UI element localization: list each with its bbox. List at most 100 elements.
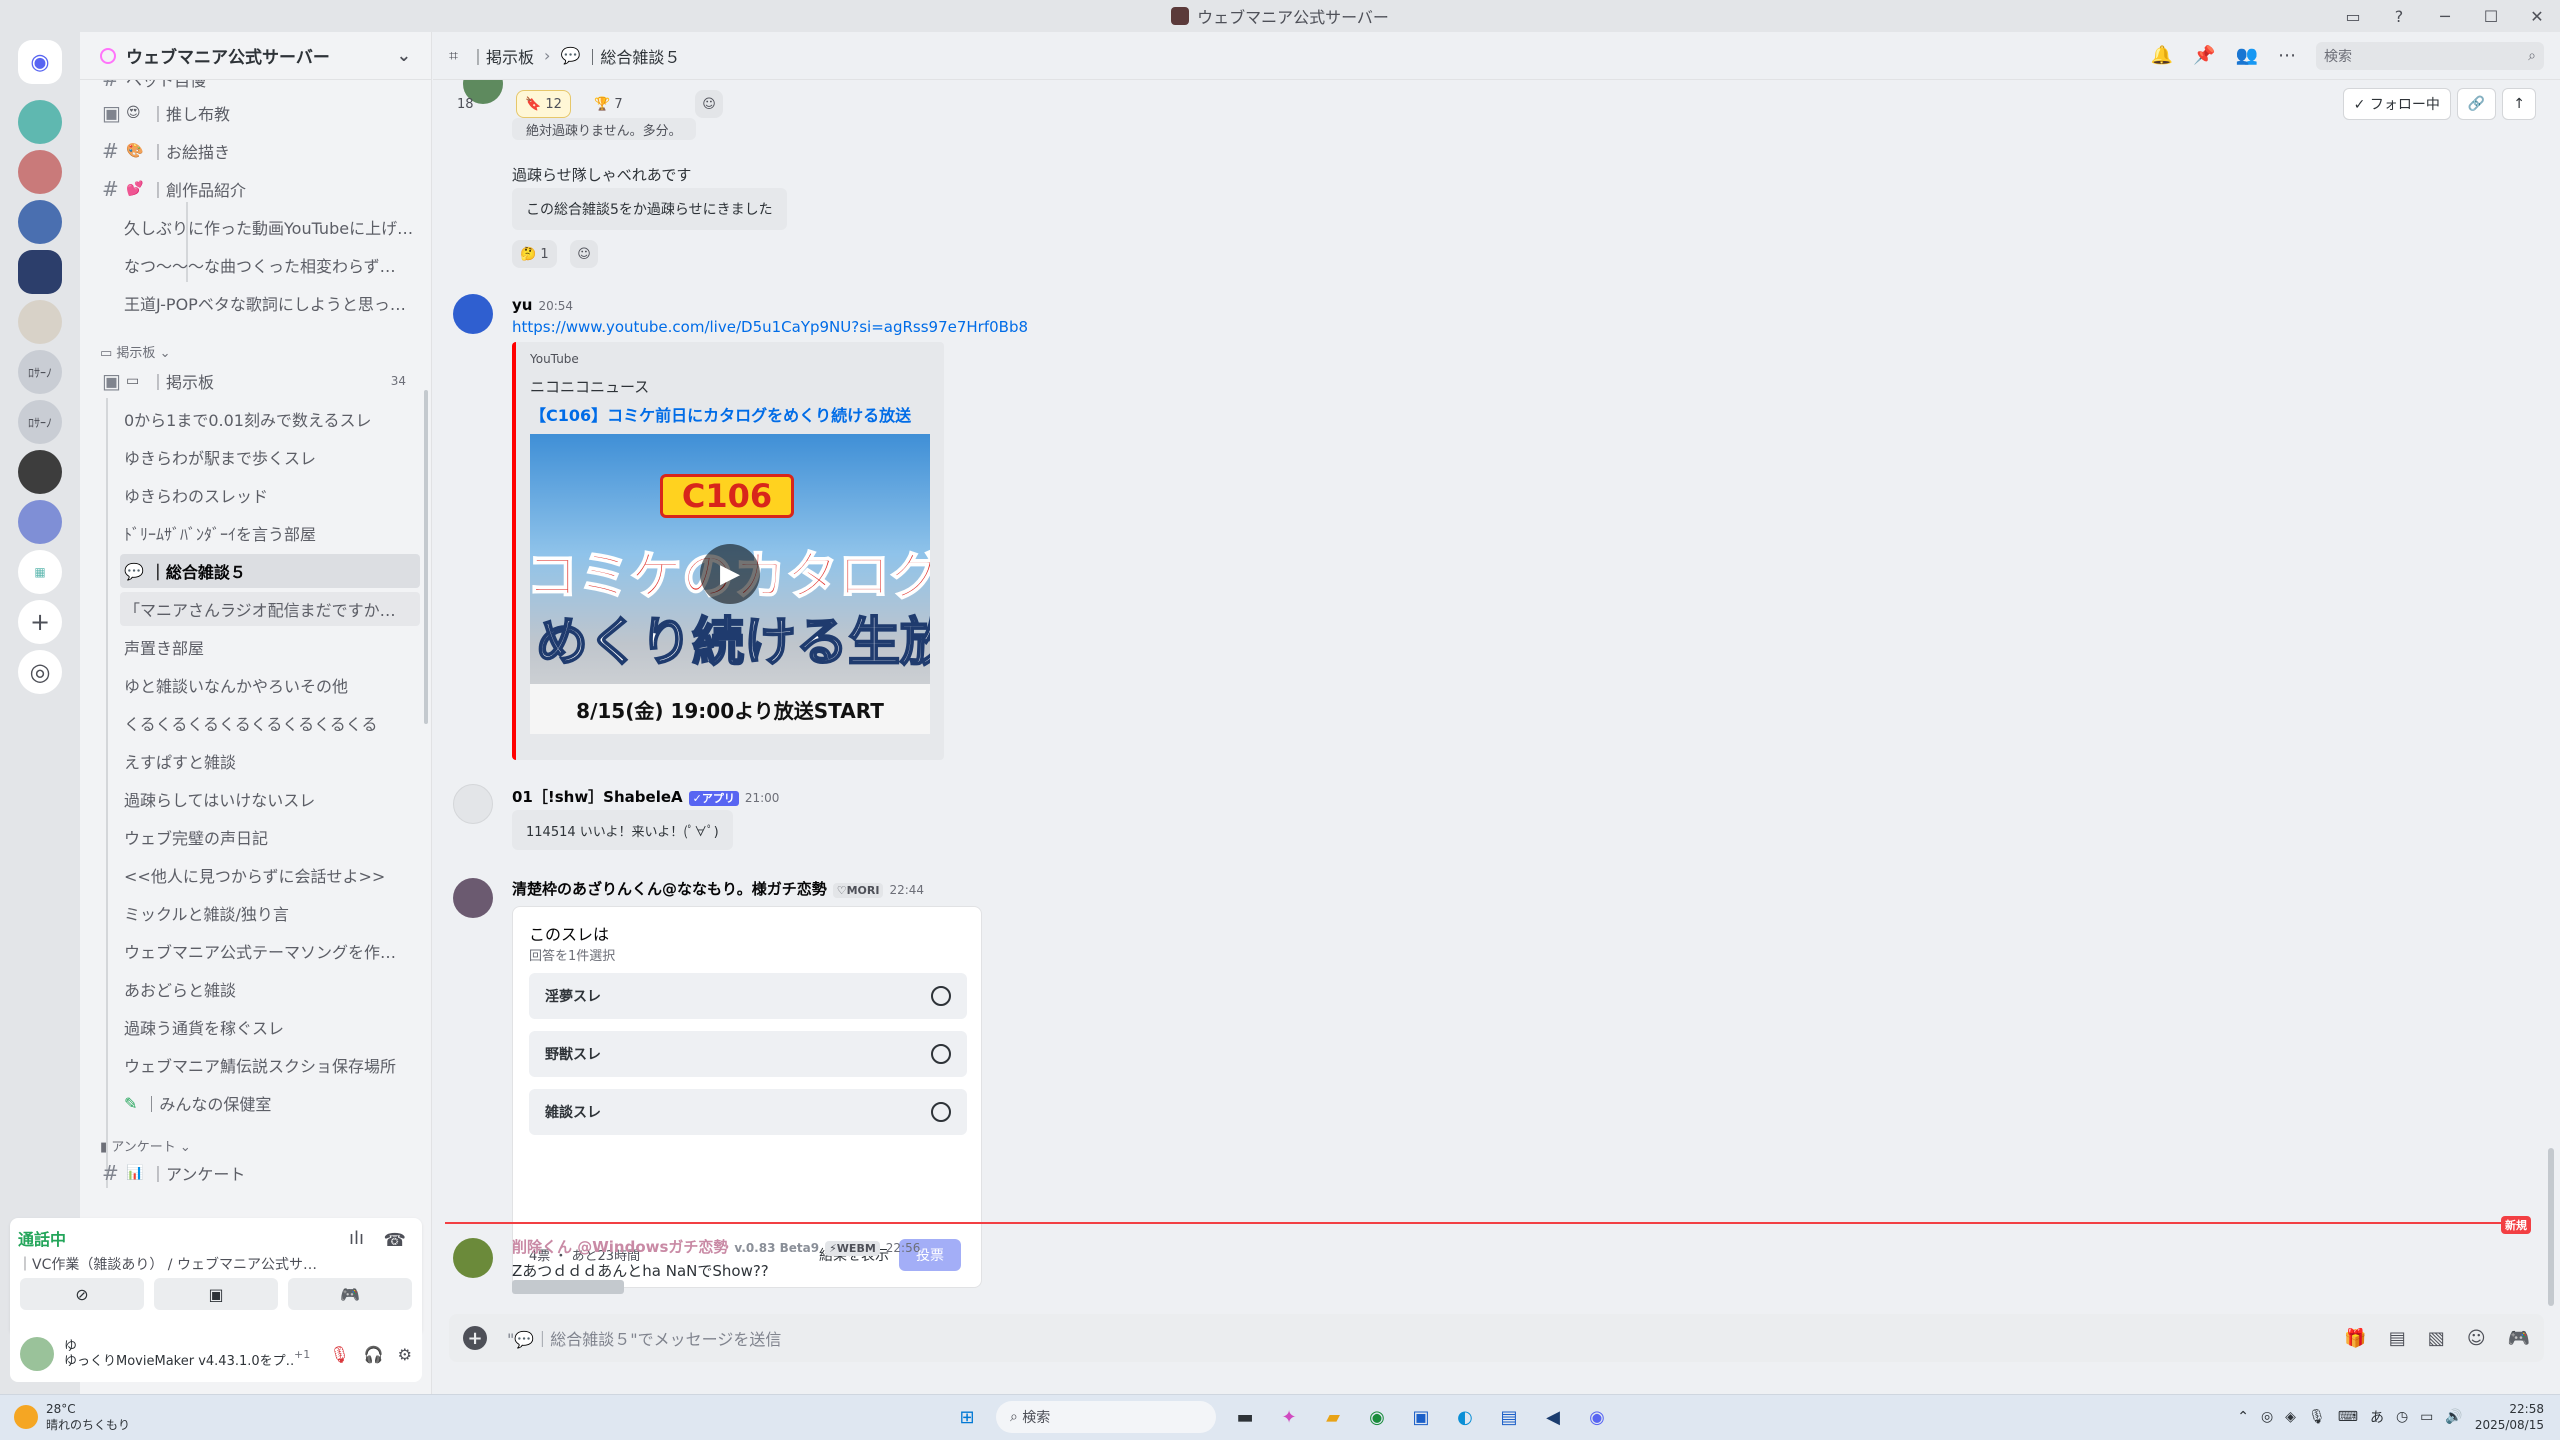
category-forum[interactable]: ▭ 掲示板 ⌄ bbox=[100, 342, 170, 361]
reaction[interactable]: 🔖 12 bbox=[516, 90, 571, 118]
server-icon[interactable] bbox=[18, 450, 62, 494]
thread-item[interactable]: 過疎う通貨を稼ぐスレ bbox=[120, 1010, 416, 1044]
add-reaction-icon[interactable]: ☺ bbox=[570, 240, 598, 268]
voice-channel-name[interactable]: ｜VC作業（雑談あり） / ウェブマニア公式サ… bbox=[18, 1254, 414, 1274]
start-icon[interactable]: ⊞ bbox=[952, 1402, 982, 1432]
thread-item[interactable]: 0から1まで0.01刻みで数えるスレ bbox=[120, 402, 416, 436]
keyboard-icon[interactable]: ⌨ bbox=[2338, 1409, 2358, 1425]
volume-icon[interactable]: 🔊 bbox=[2445, 1409, 2462, 1425]
poll-option[interactable]: 雑談スレ bbox=[529, 1089, 967, 1135]
message-author[interactable]: 01［!shw］ShabeleA ✓アプリ 21:00 bbox=[512, 786, 779, 807]
channel-item[interactable]: # 💕 ｜創作品紹介 bbox=[96, 172, 416, 206]
thread-item[interactable]: 過疎らしてはいけないスレ bbox=[120, 782, 416, 816]
embed-title[interactable]: 【C106】コミケ前日にカタログをめくり続ける放送 bbox=[530, 402, 911, 426]
edge-icon[interactable]: ◐ bbox=[1450, 1402, 1480, 1432]
avatar[interactable] bbox=[453, 784, 493, 824]
message-input[interactable]: + "💬｜総合雑談５"でメッセージを送信 🎁 ▤ ▧ ☺ 🎮 bbox=[449, 1314, 2544, 1362]
avatar[interactable] bbox=[453, 878, 493, 918]
network-icon[interactable]: ▭ bbox=[2420, 1409, 2433, 1425]
thread-item[interactable]: ゆきらわのスレッド bbox=[120, 478, 416, 512]
members-icon[interactable]: 👥 bbox=[2236, 45, 2258, 66]
thread-item[interactable]: なつ～～～な曲つくった相変わらず… bbox=[120, 248, 416, 282]
thread-item[interactable]: ウェブ完璧の声日記 bbox=[120, 820, 416, 854]
thread-item[interactable]: 声置き部屋 bbox=[120, 630, 416, 664]
chrome-icon[interactable]: ◉ bbox=[1362, 1402, 1392, 1432]
clock[interactable]: 22:58 2025/08/15 bbox=[2475, 1401, 2544, 1433]
message-author[interactable]: 清楚枠のあざりんくん@ななもり。様ガチ恋勢 ♡MORI 22:44 bbox=[512, 878, 924, 899]
video-thumbnail[interactable]: C106 コミケのカタログを めくり続ける生放送 ▶ 8/15(金) 19:00… bbox=[530, 434, 930, 734]
server-icon[interactable] bbox=[18, 100, 62, 144]
thread-item[interactable]: 王道J-POPベタな歌詞にしようと思っ… bbox=[120, 286, 416, 320]
category-survey[interactable]: ▮ アンケート ⌄ bbox=[100, 1136, 191, 1155]
store-icon[interactable]: ▣ bbox=[1406, 1402, 1436, 1432]
message-author[interactable]: yu 20:54 bbox=[512, 296, 573, 314]
channel-item[interactable]: # 🎨 ｜お絵描き bbox=[96, 134, 416, 168]
screen-share-button[interactable]: ▣ bbox=[154, 1278, 278, 1310]
play-icon[interactable]: ▶ bbox=[700, 544, 760, 604]
chevron-up-icon[interactable]: ⌃ bbox=[2237, 1409, 2249, 1425]
reaction[interactable]: 🏆 7 bbox=[586, 90, 631, 118]
avatar[interactable] bbox=[20, 1337, 54, 1371]
embed-provider[interactable]: YouTube bbox=[530, 352, 579, 366]
discover-icon[interactable]: ◎ bbox=[18, 650, 62, 694]
headphones-icon[interactable]: 🎧 bbox=[364, 1345, 384, 1364]
server-icon[interactable] bbox=[18, 300, 62, 344]
sound-wave-icon[interactable]: ılı bbox=[349, 1228, 364, 1249]
mic-muted-icon[interactable]: 🎙 bbox=[329, 1345, 349, 1364]
thread-item[interactable]: ゆきらわが駅まで歩くスレ bbox=[120, 440, 416, 474]
discord-taskbar-icon[interactable]: ◉ bbox=[1582, 1402, 1612, 1432]
sticker-icon[interactable]: ▧ bbox=[2428, 1328, 2445, 1349]
add-server-icon[interactable]: + bbox=[18, 600, 62, 644]
forum-channel[interactable]: ▣ ▭ ｜掲示板 34 bbox=[96, 364, 416, 398]
server-icon[interactable] bbox=[18, 200, 62, 244]
server-icon-active[interactable] bbox=[18, 250, 62, 294]
chat-scrollbar[interactable] bbox=[2548, 1148, 2554, 1306]
camera-off-button[interactable]: ⊘ bbox=[20, 1278, 144, 1310]
server-icon[interactable] bbox=[18, 150, 62, 194]
help-icon[interactable]: ? bbox=[2376, 7, 2422, 26]
embed-author[interactable]: ニコニコニュース bbox=[530, 376, 649, 397]
user-info[interactable]: ゆ ゆっくりMovieMaker v4.43.1.0をプ… bbox=[64, 1339, 294, 1369]
reaction[interactable]: 🤔 1 bbox=[512, 240, 557, 268]
thread-item[interactable]: あおどらと雑談 bbox=[120, 972, 416, 1006]
more-icon[interactable]: ⋯ bbox=[2278, 45, 2296, 66]
emoji-icon[interactable]: ☺ bbox=[2467, 1328, 2486, 1349]
thread-item[interactable]: ✎ ｜みんなの保健室 bbox=[120, 1086, 416, 1120]
reaction[interactable]: 18 bbox=[449, 90, 482, 118]
server-icon[interactable]: ﾛｻｰﾉ bbox=[18, 400, 62, 444]
thread-item[interactable]: 久しぶりに作った動画YouTubeに上げ… bbox=[120, 210, 416, 244]
ime-indicator[interactable]: あ bbox=[2370, 1407, 2384, 1427]
inbox-icon[interactable]: ▭ bbox=[2330, 7, 2376, 26]
tray-app-icon[interactable]: ◎ bbox=[2261, 1409, 2273, 1425]
thread-item[interactable]: ウェブマニア鯖伝説スクショ保存場所 bbox=[120, 1048, 416, 1082]
server-icon[interactable]: ▦ bbox=[18, 550, 62, 594]
thread-item[interactable]: ﾄﾞﾘｰﾑｻﾞﾊﾞﾝﾀﾞｰｲを言う部屋 bbox=[120, 516, 416, 550]
add-attachment-icon[interactable]: + bbox=[463, 1326, 487, 1350]
channel-item[interactable]: ▣ 😍 ｜推し布教 bbox=[96, 96, 416, 130]
minimize-button[interactable]: ─ bbox=[2422, 7, 2468, 26]
tray-app-icon[interactable]: ◈ bbox=[2285, 1409, 2296, 1425]
gift-icon[interactable]: 🎁 bbox=[2344, 1328, 2366, 1349]
avatar[interactable] bbox=[453, 1238, 493, 1278]
folder-icon[interactable]: ▰ bbox=[1318, 1402, 1348, 1432]
message-author[interactable]: 削除くん @Windowsガチ恋勢 v.0.83 Beta9 ⚡WEBM 22:56 bbox=[512, 1236, 920, 1257]
thread-item[interactable]: ゆと雑談いなんかやろいその他 bbox=[120, 668, 416, 702]
thread-item[interactable]: えすぱすと雑談 bbox=[120, 744, 416, 778]
discord-home-icon[interactable]: ◉ bbox=[18, 40, 62, 84]
thread-item[interactable]: 「マニアさんラジオ配信まだですか… bbox=[120, 592, 420, 626]
avatar[interactable] bbox=[453, 294, 493, 334]
gif-icon[interactable]: ▤ bbox=[2389, 1328, 2406, 1349]
search-input[interactable]: 検索 ⌕ bbox=[2316, 41, 2544, 70]
server-header[interactable]: ウェブマニア公式サーバー ⌄ bbox=[80, 32, 431, 80]
thread-item[interactable]: <<他人に見つからずに会話せよ>> bbox=[120, 858, 416, 892]
mic-icon[interactable]: 🎙 bbox=[2308, 1409, 2326, 1425]
channel-scrollbar[interactable] bbox=[424, 390, 428, 724]
clock-icon[interactable]: ◷ bbox=[2396, 1409, 2408, 1425]
pin-icon[interactable]: 📌 bbox=[2193, 45, 2215, 66]
server-icon[interactable] bbox=[18, 500, 62, 544]
taskview-icon[interactable]: ▬ bbox=[1230, 1402, 1260, 1432]
channel-item[interactable]: # 📊 ｜アンケート bbox=[96, 1156, 416, 1190]
app-icon[interactable]: ◀ bbox=[1538, 1402, 1568, 1432]
poll-option[interactable]: 淫夢スレ bbox=[529, 973, 967, 1019]
add-reaction-icon[interactable]: ☺ bbox=[695, 90, 723, 118]
